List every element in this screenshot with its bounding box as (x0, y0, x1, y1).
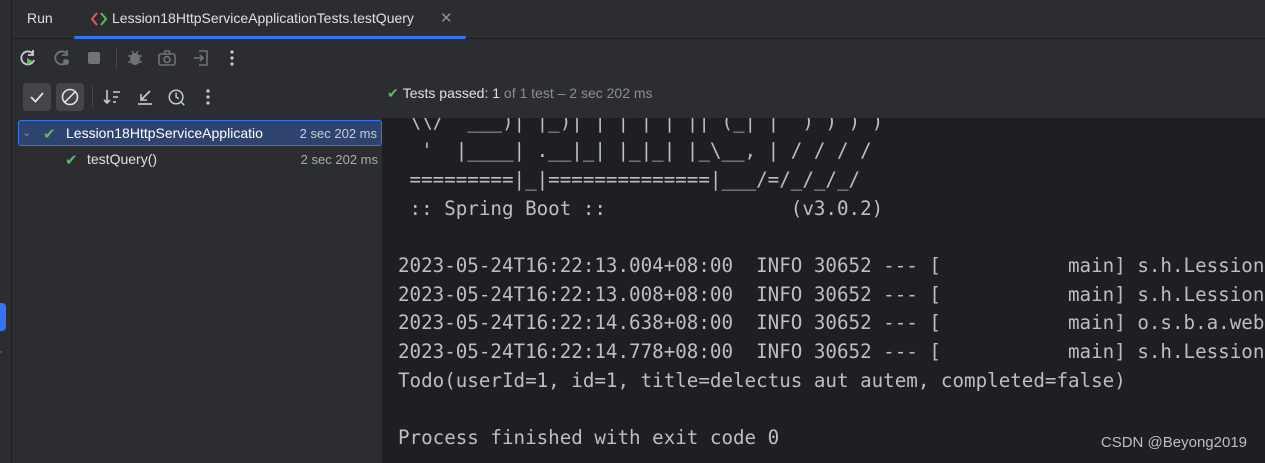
console-line: :: Spring Boot :: (v3.0.2) (398, 197, 884, 220)
collapse-icon[interactable] (135, 87, 155, 107)
console-line: ' |____| .__|_| |_|_| |_\__, | / / / / (398, 139, 872, 162)
more-icon[interactable] (222, 48, 242, 68)
stop-icon[interactable] (84, 48, 104, 68)
sort-icon[interactable] (102, 87, 122, 107)
rerun-icon[interactable] (18, 48, 38, 68)
left-tool-strip: · (0, 0, 12, 463)
console-line: =========|_|==============|___/=/_/_/_/ (398, 168, 861, 191)
console-line: 2023-05-24T16:22:13.004+08:00 INFO 30652… (398, 254, 1265, 277)
console-output[interactable]: \\/ ___)| |_)| | | | | || (_| | ) ) ) ) … (382, 118, 1265, 463)
console-line: 2023-05-24T16:22:13.008+08:00 INFO 30652… (398, 283, 1265, 306)
pass-check-icon: ✔ (43, 126, 56, 143)
show-ignored-toggle[interactable] (56, 83, 84, 111)
status-detail: of 1 test – 2 sec 202 ms (503, 85, 653, 101)
show-passed-icon (30, 92, 44, 103)
tree-row-test-class[interactable]: ⌄ ✔ Lession18HttpServiceApplicatio 2 sec… (18, 120, 382, 146)
console-line: \\/ ___)| |_)| | | | | || (_| | ) ) ) ) (398, 118, 884, 133)
tree-row-test-method[interactable]: ✔ testQuery() 2 sec 202 ms (18, 147, 382, 173)
test-tree: ⌄ ✔ Lession18HttpServiceApplicatio 2 sec… (12, 118, 382, 463)
tab-test-query[interactable]: Lession18HttpServiceApplicationTests.tes… (74, 0, 466, 39)
chevron-down-icon[interactable]: ⌄ (22, 126, 31, 139)
tree-row-label: testQuery() (87, 151, 158, 167)
toolbar-divider (116, 47, 117, 69)
show-ignored-icon (61, 88, 79, 106)
tab-label: Lession18HttpServiceApplicationTests.tes… (112, 10, 414, 26)
tool-window-indicator[interactable] (0, 303, 6, 331)
history-icon[interactable] (167, 87, 187, 107)
screenshot-icon[interactable] (157, 48, 177, 68)
debug-icon[interactable] (125, 48, 145, 68)
run-label[interactable]: Run (27, 10, 53, 26)
console-line: Todo(userId=1, id=1, title=delectus aut … (398, 369, 1126, 392)
exit-icon[interactable] (191, 48, 211, 68)
tree-row-label: Lession18HttpServiceApplicatio (66, 125, 263, 141)
tree-row-time: 2 sec 202 ms (299, 126, 377, 141)
more-icon[interactable] (198, 87, 218, 107)
console-line: 2023-05-24T16:22:14.638+08:00 INFO 30652… (398, 311, 1265, 334)
console-line: Process finished with exit code 0 (398, 426, 780, 449)
toolbar-divider (92, 86, 93, 108)
status-count: 1 (492, 85, 501, 101)
status-label: Tests passed: (402, 85, 489, 101)
run-toolbar (12, 40, 1265, 76)
show-passed-toggle[interactable] (23, 83, 51, 111)
close-icon[interactable]: ✕ (440, 9, 453, 27)
pass-check-icon: ✔ (387, 85, 399, 101)
test-status: ✔ Tests passed: 1 of 1 test – 2 sec 202 m… (387, 85, 653, 102)
active-tab-indicator (74, 36, 466, 39)
pass-check-icon: ✔ (65, 152, 78, 169)
tool-strip-marker: · (0, 346, 3, 358)
test-config-icon (90, 12, 108, 26)
rerun-failed-icon[interactable] (52, 48, 72, 68)
tree-row-time: 2 sec 202 ms (300, 152, 378, 167)
watermark: CSDN @Beyong2019 (1100, 434, 1247, 451)
run-tab-bar: Run Lession18HttpServiceApplicationTests… (12, 0, 1265, 39)
console-line: 2023-05-24T16:22:14.778+08:00 INFO 30652… (398, 340, 1265, 363)
